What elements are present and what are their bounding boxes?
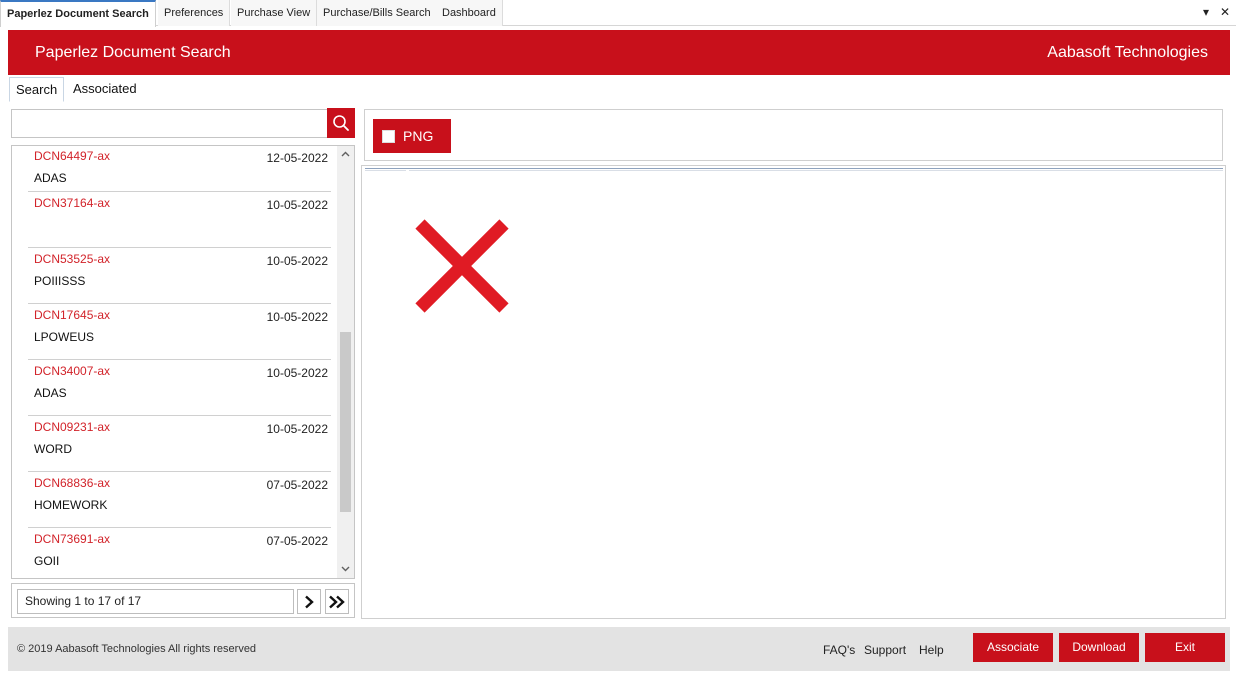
list-item[interactable]: DCN37164-ax 10-05-2022 — [28, 192, 331, 248]
copyright-text: © 2019 Aabasoft Technologies All rights … — [17, 643, 257, 655]
document-date: 07-05-2022 — [266, 534, 328, 548]
document-description: GOII — [34, 554, 60, 568]
chevron-down-icon[interactable]: ▾ — [1198, 4, 1214, 20]
search-input[interactable] — [11, 109, 327, 138]
double-chevron-right-icon — [329, 595, 345, 608]
app-footer: © 2019 Aabasoft Technologies All rights … — [8, 627, 1230, 671]
document-date: 12-05-2022 — [266, 151, 328, 165]
next-page-button[interactable] — [297, 589, 321, 614]
tab-dashboard[interactable]: Dashboard — [436, 0, 503, 26]
document-code: DCN68836-ax — [34, 476, 111, 490]
document-tab-strip: Paperlez Document Search Preferences Pur… — [0, 0, 1236, 27]
png-label: PNG — [403, 128, 434, 144]
png-checkbox[interactable] — [382, 130, 395, 143]
red-x-icon — [415, 219, 509, 313]
scroll-up-icon[interactable] — [337, 146, 354, 163]
document-description: HOMEWORK — [34, 498, 108, 512]
document-code: DCN64497-ax — [34, 149, 111, 163]
list-item[interactable]: DCN68836-ax 07-05-2022 HOMEWORK — [28, 472, 331, 528]
list-item[interactable]: DCN09231-ax 10-05-2022 WORD — [28, 416, 331, 472]
tab-associated[interactable]: Associated — [67, 77, 143, 102]
document-date: 10-05-2022 — [266, 366, 328, 380]
pagination-bar: Showing 1 to 17 of 17 — [11, 583, 355, 618]
document-viewer — [361, 165, 1226, 619]
document-description: POIIISSS — [34, 274, 86, 288]
download-button[interactable]: Download — [1059, 633, 1139, 662]
app-header: Paperlez Document Search Aabasoft Techno… — [8, 30, 1230, 75]
help-link[interactable]: Help — [919, 627, 944, 673]
tab-purchase-view[interactable]: Purchase View — [231, 0, 318, 26]
list-item[interactable]: DCN34007-ax 10-05-2022 ADAS — [28, 360, 331, 416]
document-date: 10-05-2022 — [266, 198, 328, 212]
search-icon — [333, 115, 349, 131]
tab-preferences[interactable]: Preferences — [158, 0, 231, 26]
document-date: 10-05-2022 — [266, 310, 328, 324]
tab-purchase-bills-search[interactable]: Purchase/Bills Search — [317, 0, 438, 26]
list-item[interactable]: DCN53525-ax 10-05-2022 POIIISSS — [28, 248, 331, 304]
support-link[interactable]: Support — [864, 627, 906, 673]
faq-link[interactable]: FAQ's — [823, 627, 855, 673]
chevron-right-icon — [305, 595, 314, 608]
document-code: DCN37164-ax — [34, 196, 111, 210]
viewer-toolbar: PNG — [364, 109, 1223, 161]
app-title: Paperlez Document Search — [35, 44, 231, 61]
document-code: DCN53525-ax — [34, 252, 111, 266]
document-description: LPOWEUS — [34, 330, 95, 344]
document-description: WORD — [34, 442, 72, 456]
search-button[interactable] — [327, 108, 355, 138]
png-toggle-button[interactable]: PNG — [373, 119, 451, 153]
document-list: DCN64497-ax 12-05-2022 ADAS DCN37164-ax … — [11, 145, 355, 579]
scroll-thumb[interactable] — [340, 332, 351, 512]
document-code: DCN09231-ax — [34, 420, 111, 434]
list-item[interactable]: DCN17645-ax 10-05-2022 LPOWEUS — [28, 304, 331, 360]
document-code: DCN73691-ax — [34, 532, 111, 546]
tab-paperlez-document-search[interactable]: Paperlez Document Search — [0, 0, 156, 27]
list-item[interactable]: DCN73691-ax 07-05-2022 GOII — [28, 528, 331, 578]
close-icon[interactable]: ✕ — [1217, 4, 1233, 20]
document-date: 07-05-2022 — [266, 478, 328, 492]
document-code: DCN17645-ax — [34, 308, 111, 322]
document-description: ADAS — [34, 171, 67, 185]
tab-search[interactable]: Search — [9, 77, 65, 102]
document-code: DCN34007-ax — [34, 364, 111, 378]
company-name: Aabasoft Technologies — [1047, 44, 1208, 61]
document-date: 10-05-2022 — [266, 254, 328, 268]
list-scrollbar[interactable] — [337, 146, 354, 578]
last-page-button[interactable] — [325, 589, 349, 614]
viewer-divider — [365, 168, 1223, 175]
associate-button[interactable]: Associate — [973, 633, 1053, 662]
exit-button[interactable]: Exit — [1145, 633, 1225, 662]
scroll-down-icon[interactable] — [337, 561, 354, 578]
document-date: 10-05-2022 — [266, 422, 328, 436]
pagination-status: Showing 1 to 17 of 17 — [17, 589, 294, 614]
document-description: ADAS — [34, 386, 67, 400]
list-item[interactable]: DCN64497-ax 12-05-2022 ADAS — [28, 146, 331, 192]
